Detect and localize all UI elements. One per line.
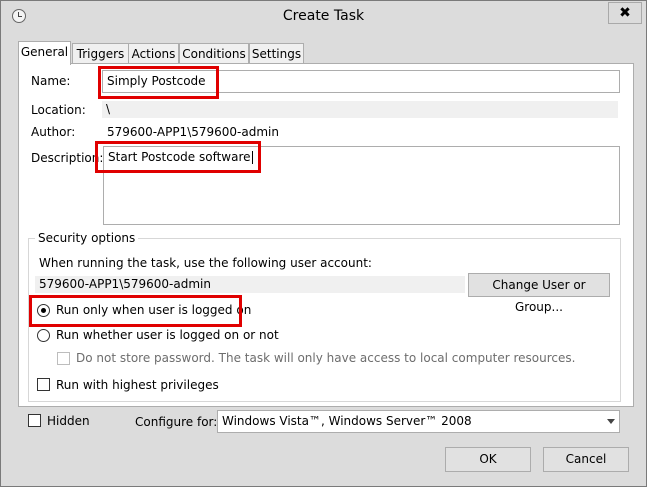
author-value: 579600-APP1\579600-admin — [107, 125, 279, 139]
create-task-dialog: Create Task ✖ General Triggers Actions C… — [0, 0, 647, 487]
change-user-button[interactable]: Change User or Group... — [468, 273, 610, 314]
configure-for-select[interactable]: Windows Vista™, Windows Server™ 2008 — [217, 410, 620, 433]
window-title: Create Task — [282, 8, 365, 24]
security-group-title: Security options — [35, 231, 139, 245]
account-value: 579600-APP1\579600-admin — [35, 276, 465, 293]
tab-actions[interactable]: Actions — [128, 43, 179, 64]
close-icon[interactable]: ✖ — [608, 2, 642, 24]
configure-for-label: Configure for: — [135, 415, 218, 429]
author-label: Author: — [31, 125, 76, 139]
highest-privileges-label: Run with highest privileges — [56, 378, 219, 392]
hidden-label: Hidden — [47, 414, 90, 428]
description-label: Description: — [31, 151, 104, 165]
radio-whether-logged[interactable] — [37, 329, 50, 342]
name-label: Name: — [31, 74, 71, 88]
tab-triggers[interactable]: Triggers — [72, 43, 129, 64]
do-not-store-label: Do not store password. The task will onl… — [76, 351, 576, 365]
cancel-button[interactable]: Cancel — [543, 447, 629, 472]
highest-privileges-checkbox[interactable] — [37, 378, 50, 391]
tab-conditions[interactable]: Conditions — [179, 43, 249, 64]
chevron-down-icon — [607, 419, 615, 424]
description-highlight — [95, 141, 261, 173]
tab-settings[interactable]: Settings — [249, 43, 304, 64]
ok-button[interactable]: OK — [445, 447, 531, 472]
radio-highlight — [29, 295, 242, 327]
location-label: Location: — [31, 103, 86, 117]
do-not-store-checkbox[interactable] — [57, 352, 70, 365]
title-bar: Create Task ✖ — [1, 1, 646, 32]
name-highlight — [98, 66, 219, 99]
location-value: \ — [102, 101, 618, 118]
configure-for-value: Windows Vista™, Windows Server™ 2008 — [222, 414, 472, 428]
radio-whether-label: Run whether user is logged on or not — [56, 328, 279, 342]
tab-general[interactable]: General — [18, 41, 71, 65]
account-prompt: When running the task, use the following… — [39, 256, 372, 270]
hidden-checkbox[interactable] — [28, 414, 41, 427]
